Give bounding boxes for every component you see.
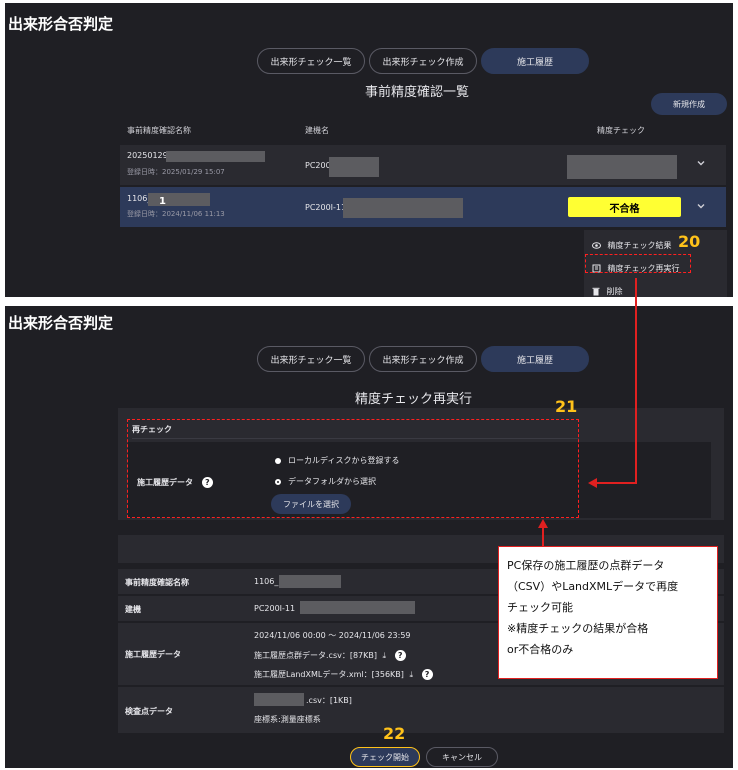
chevron-down-icon[interactable] — [696, 201, 706, 211]
marker-21: 21 — [555, 397, 578, 416]
tab-bar: 出来形チェック一覧 出来形チェック作成 施工履歴 — [257, 346, 589, 372]
menu-item-delete[interactable]: 削除 — [592, 286, 623, 297]
connector-line — [635, 278, 637, 484]
tab-check-list[interactable]: 出来形チェック一覧 — [257, 346, 365, 372]
row-result-redacted — [567, 155, 677, 179]
redaction — [279, 575, 341, 588]
download-icon[interactable]: ⤓ — [409, 670, 413, 679]
explanation-callout: PC保存の施工履歴の点群データ （CSV）やLandXMLデータで再度 チェック… — [498, 546, 718, 679]
redaction — [148, 193, 210, 206]
redaction — [343, 198, 463, 218]
trash-icon — [592, 287, 607, 296]
tab-bar: 出来形チェック一覧 出来形チェック作成 施工履歴 — [257, 48, 589, 74]
recheck-screen: 出来形合否判定 出来形チェック一覧 出来形チェック作成 施工履歴 精度チェック再… — [5, 306, 733, 768]
tab-check-create[interactable]: 出来形チェック作成 — [369, 346, 477, 372]
redaction — [329, 157, 379, 177]
status-badge-fail: 不合格 — [568, 197, 681, 217]
app-title: 出来形合否判定 — [8, 314, 114, 332]
page-title: 精度チェック再実行 — [355, 392, 473, 407]
list-screen: 出来形合否判定 出来形チェック一覧 出来形チェック作成 施工履歴 事前精度確認一… — [5, 3, 733, 297]
cancel-button[interactable]: キャンセル — [426, 747, 498, 767]
chevron-down-icon[interactable] — [696, 158, 706, 168]
eye-icon — [592, 241, 608, 250]
redaction — [254, 693, 304, 706]
menu-item-check-result[interactable]: 精度チェック結果 — [592, 240, 672, 251]
help-icon[interactable]: ? — [421, 669, 433, 680]
start-check-button[interactable]: チェック開始 — [350, 747, 420, 767]
app-title: 出来形合否判定 — [8, 15, 114, 33]
row-name: 20250129_ — [127, 151, 172, 160]
highlight-recheck — [585, 254, 691, 273]
connector-line — [596, 482, 637, 484]
row-machine: PC200I-11 — [305, 203, 347, 212]
history-csv-link[interactable]: 施工履歴点群データ.csv：[87KB] ⤓ ? — [254, 650, 406, 661]
column-header-check: 精度チェック — [597, 126, 645, 135]
highlight-recheck-panel — [127, 419, 579, 518]
tab-check-create[interactable]: 出来形チェック作成 — [369, 48, 477, 74]
redaction — [166, 151, 265, 162]
row-machine: PC200 — [305, 161, 331, 170]
marker-22: 22 — [383, 724, 406, 743]
tab-check-list[interactable]: 出来形チェック一覧 — [257, 48, 365, 74]
download-icon[interactable]: ⤓ — [383, 651, 387, 660]
row-date: 登録日時：2024/11/06 11:13 — [127, 210, 225, 218]
row-date: 登録日時：2025/01/29 15:07 — [127, 168, 225, 176]
marker-20: 20 — [678, 232, 701, 251]
tab-history[interactable]: 施工履歴 — [481, 346, 589, 372]
history-xml-link[interactable]: 施工履歴LandXMLデータ.xml：[356KB] ⤓ ? — [254, 669, 433, 680]
new-button[interactable]: 新規作成 — [651, 93, 727, 115]
column-header-machine: 建機名 — [305, 126, 329, 135]
tab-history[interactable]: 施工履歴 — [481, 48, 589, 74]
info-row-check-points: 検査点データ .csv：[1KB] 座標系:測量座標系 — [118, 687, 724, 733]
redaction — [300, 601, 415, 614]
help-icon[interactable]: ? — [394, 650, 406, 661]
connector-line — [542, 526, 544, 546]
page-title: 事前精度確認一覧 — [365, 85, 470, 100]
arrow-head — [588, 478, 597, 488]
marker-1: 1 — [159, 196, 166, 207]
arrow-head — [538, 519, 548, 528]
column-header-name: 事前精度確認名称 — [127, 126, 191, 135]
